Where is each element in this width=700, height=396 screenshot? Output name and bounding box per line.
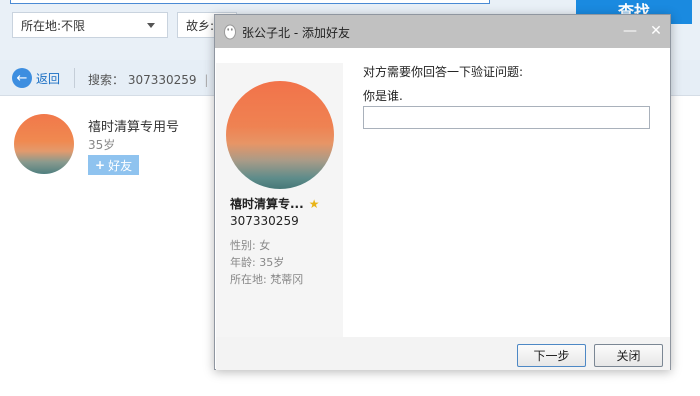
add-friend-dialog: 张公子北 - 添加好友 — ✕ 禧时清算专... ★ 307330259 性别:…: [214, 14, 671, 370]
next-step-button[interactable]: 下一步: [517, 344, 586, 367]
toolbar-divider: [74, 68, 75, 88]
profile-name-row: 禧时清算专... ★: [230, 195, 319, 212]
close-button[interactable]: 关闭: [594, 344, 663, 367]
dialog-footer: 下一步 关闭: [216, 337, 670, 370]
result-age: 35岁: [88, 138, 116, 152]
profile-age: 年龄: 35岁: [230, 256, 285, 269]
location-filter-value: 所在地:不限: [21, 18, 86, 33]
result-name[interactable]: 禧时清算专用号: [88, 116, 179, 135]
back-button[interactable]: ← 返回: [12, 68, 60, 88]
plus-icon: +: [95, 158, 106, 172]
chevron-down-icon: [147, 23, 155, 28]
answer-input[interactable]: [363, 106, 650, 129]
search-input[interactable]: [10, 0, 490, 4]
dialog-titlebar[interactable]: 张公子北 - 添加好友 — ✕: [215, 15, 670, 48]
hometown-filter-value: 故乡:: [186, 18, 215, 33]
add-friend-button[interactable]: + 好友: [88, 155, 140, 175]
profile-name: 禧时清算专...: [230, 197, 304, 211]
back-label: 返回: [36, 71, 61, 86]
search-summary-separator: |: [204, 73, 209, 87]
search-summary: 搜索： 307330259 | 所: [88, 71, 228, 88]
profile-location: 所在地: 梵蒂冈: [230, 273, 304, 286]
verification-question: 你是谁.: [363, 89, 403, 103]
search-summary-value: 307330259: [127, 73, 197, 87]
add-friend-label: 好友: [108, 158, 133, 173]
profile-gender: 性别: 女: [230, 239, 271, 252]
search-summary-label: 搜索：: [88, 73, 125, 87]
profile-avatar: [226, 81, 334, 189]
profile-qq-number: 307330259: [230, 214, 299, 228]
qq-penguin-icon: [224, 24, 236, 40]
profile-panel: 禧时清算专... ★ 307330259 性别: 女 年龄: 35岁 所在地: …: [216, 63, 343, 337]
verification-prompt: 对方需要你回答一下验证问题:: [363, 65, 524, 79]
back-arrow-icon: ←: [12, 68, 32, 88]
close-window-button[interactable]: ✕: [645, 19, 667, 43]
minimize-button[interactable]: —: [619, 19, 641, 43]
avatar[interactable]: [14, 114, 74, 174]
location-filter-dropdown[interactable]: 所在地:不限: [12, 12, 168, 38]
dialog-title: 张公子北 - 添加好友: [242, 26, 350, 40]
star-icon: ★: [308, 196, 320, 211]
